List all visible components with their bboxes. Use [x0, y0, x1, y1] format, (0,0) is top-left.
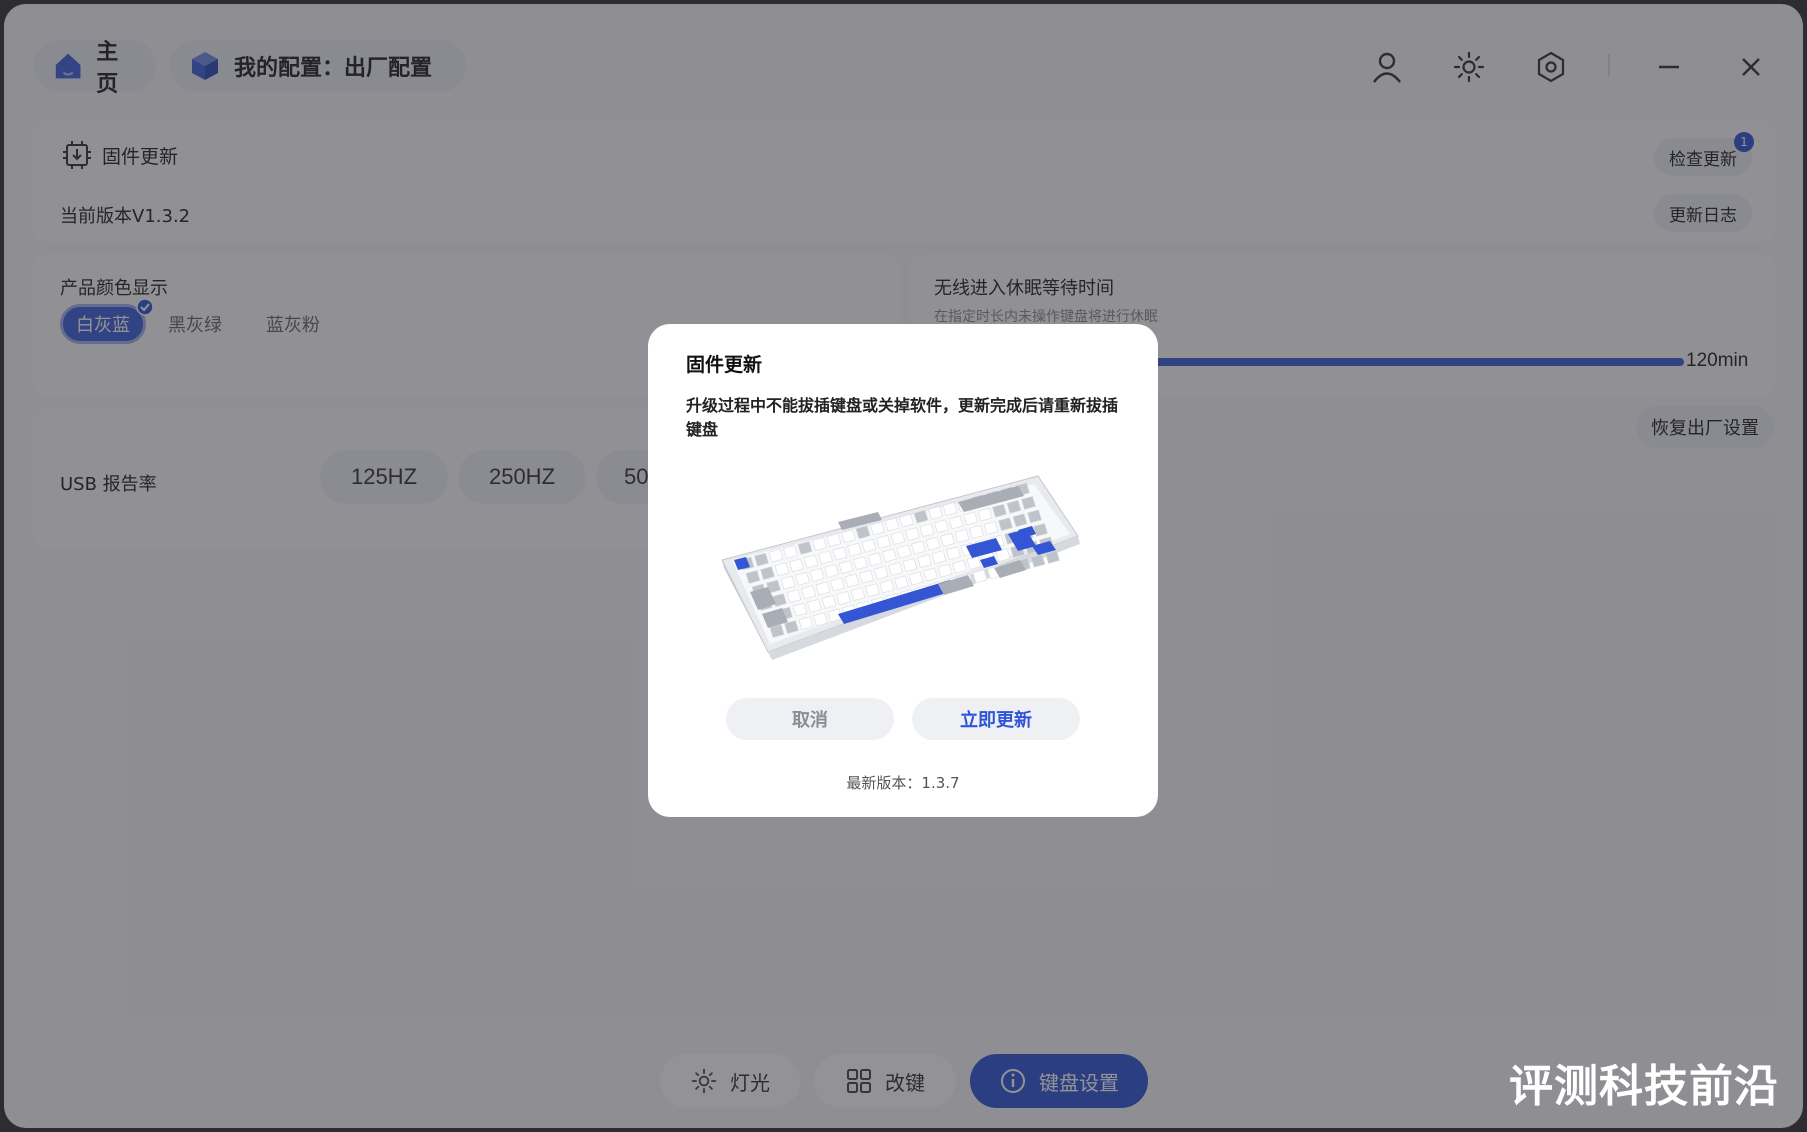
firmware-update-dialog: 固件更新 升级过程中不能拔插键盘或关掉软件，更新完成后请重新拔插键盘 取消 立即… [648, 324, 1158, 817]
cancel-label: 取消 [792, 710, 828, 731]
latest-version: 最新版本：1.3.7 [846, 774, 960, 792]
keyboard-image [721, 475, 1080, 660]
watermark-text: 评测科技前沿 [1509, 1061, 1779, 1112]
dialog-message: 升级过程中不能拔插键盘或关掉软件，更新完成后请重新拔插键盘 [686, 396, 1119, 439]
update-now-button[interactable]: 立即更新 [912, 698, 1080, 740]
update-now-label: 立即更新 [960, 710, 1032, 731]
dialog-title: 固件更新 [686, 354, 763, 376]
cancel-button[interactable]: 取消 [726, 698, 894, 740]
